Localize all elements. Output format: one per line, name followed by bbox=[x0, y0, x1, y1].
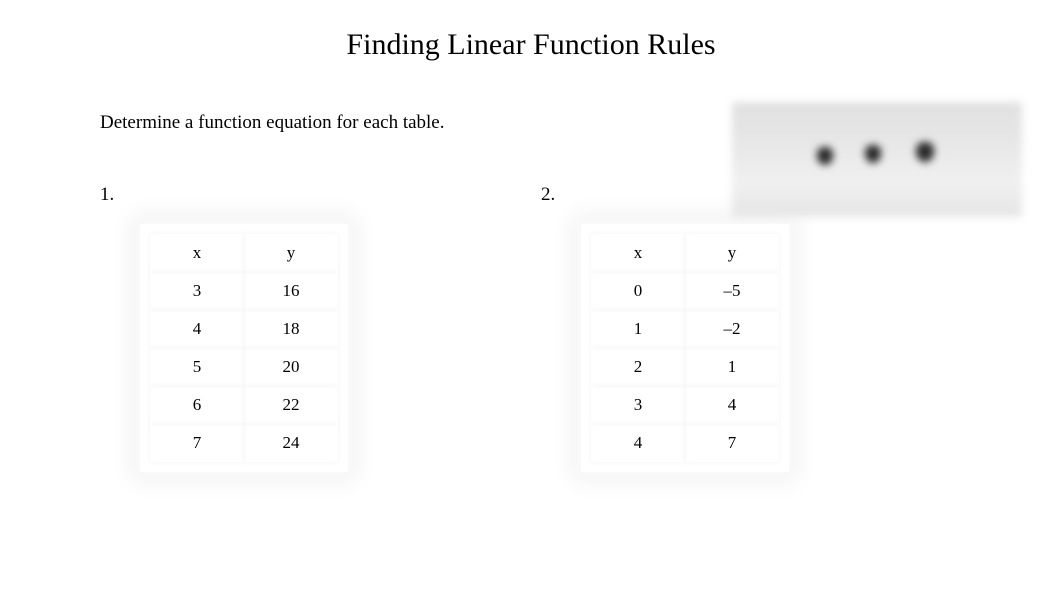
cell-x: 3 bbox=[593, 388, 683, 422]
problem-number: 1. bbox=[100, 184, 521, 206]
cell-y: –2 bbox=[687, 312, 777, 346]
table-row: 0 –5 bbox=[593, 274, 777, 308]
cell-x: 6 bbox=[152, 388, 242, 422]
decorative-image bbox=[732, 102, 1022, 217]
table-row: 1 –2 bbox=[593, 312, 777, 346]
header-y: y bbox=[246, 236, 336, 270]
page-title: Finding Linear Function Rules bbox=[0, 0, 1062, 82]
table-row: 4 7 bbox=[593, 426, 777, 460]
table-row: 3 4 bbox=[593, 388, 777, 422]
problems-row: 1. x y 3 16 4 18 5 bbox=[100, 184, 962, 477]
cell-y: 1 bbox=[687, 350, 777, 384]
cell-x: 7 bbox=[152, 426, 242, 460]
cell-y: –5 bbox=[687, 274, 777, 308]
cell-x: 2 bbox=[593, 350, 683, 384]
header-y: y bbox=[687, 236, 777, 270]
cell-y: 4 bbox=[687, 388, 777, 422]
table-row: 5 20 bbox=[152, 350, 336, 384]
content-area: Determine a function equation for each t… bbox=[0, 112, 1062, 477]
cell-y: 7 bbox=[687, 426, 777, 460]
table-row: 6 22 bbox=[152, 388, 336, 422]
cell-x: 1 bbox=[593, 312, 683, 346]
table-header-row: x y bbox=[593, 236, 777, 270]
table-header-row: x y bbox=[152, 236, 336, 270]
cell-x: 3 bbox=[152, 274, 242, 308]
cell-y: 16 bbox=[246, 274, 336, 308]
table-row: 4 18 bbox=[152, 312, 336, 346]
table-row: 7 24 bbox=[152, 426, 336, 460]
cell-y: 24 bbox=[246, 426, 336, 460]
cell-y: 20 bbox=[246, 350, 336, 384]
data-table: x y 3 16 4 18 5 20 bbox=[148, 232, 340, 464]
cell-y: 22 bbox=[246, 388, 336, 422]
table-wrap: x y 0 –5 1 –2 2 1 bbox=[581, 224, 789, 472]
cell-x: 5 bbox=[152, 350, 242, 384]
cell-x: 4 bbox=[593, 426, 683, 460]
cell-x: 0 bbox=[593, 274, 683, 308]
cell-x: 4 bbox=[152, 312, 242, 346]
header-x: x bbox=[593, 236, 683, 270]
problem-1: 1. x y 3 16 4 18 5 bbox=[100, 184, 521, 477]
table-row: 3 16 bbox=[152, 274, 336, 308]
table-wrap: x y 3 16 4 18 5 20 bbox=[140, 224, 348, 472]
data-table: x y 0 –5 1 –2 2 1 bbox=[589, 232, 781, 464]
cell-y: 18 bbox=[246, 312, 336, 346]
header-x: x bbox=[152, 236, 242, 270]
problem-2: 2. x y 0 –5 1 –2 2 bbox=[541, 184, 962, 477]
table-row: 2 1 bbox=[593, 350, 777, 384]
